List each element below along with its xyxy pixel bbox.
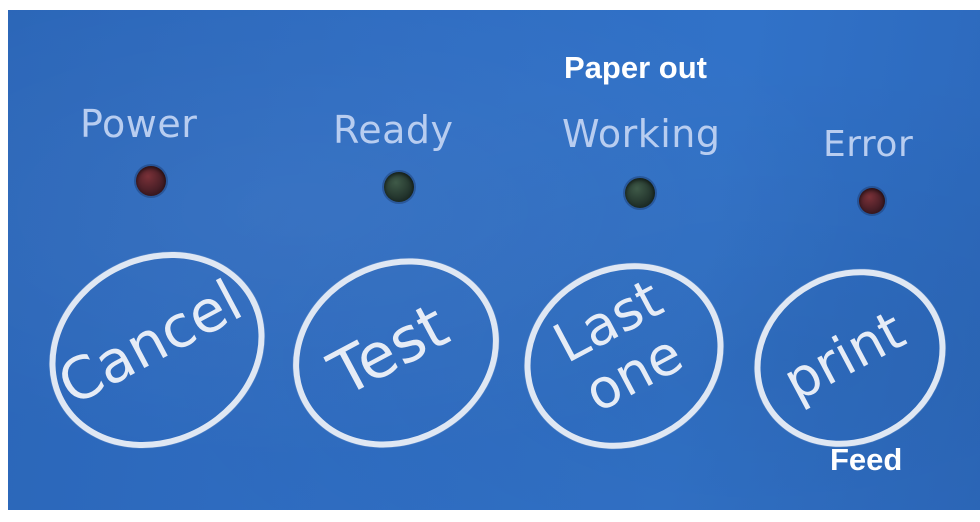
feed-label: Feed [830, 442, 903, 477]
printer-control-panel-photo: Paper out Power Ready Working Error Canc… [0, 0, 980, 522]
error-led [859, 188, 885, 214]
working-label: Working [562, 112, 721, 156]
test-button-label: Test [317, 288, 460, 411]
error-label: Error [823, 124, 914, 165]
paper-out-label: Paper out [564, 50, 707, 85]
working-led [625, 178, 655, 208]
power-led [136, 166, 166, 196]
power-label: Power [80, 102, 198, 146]
blue-control-panel: Paper out Power Ready Working Error Canc… [8, 10, 980, 510]
ready-led [384, 172, 414, 202]
print-button-label: print [773, 298, 915, 414]
ready-label: Ready [333, 108, 454, 152]
